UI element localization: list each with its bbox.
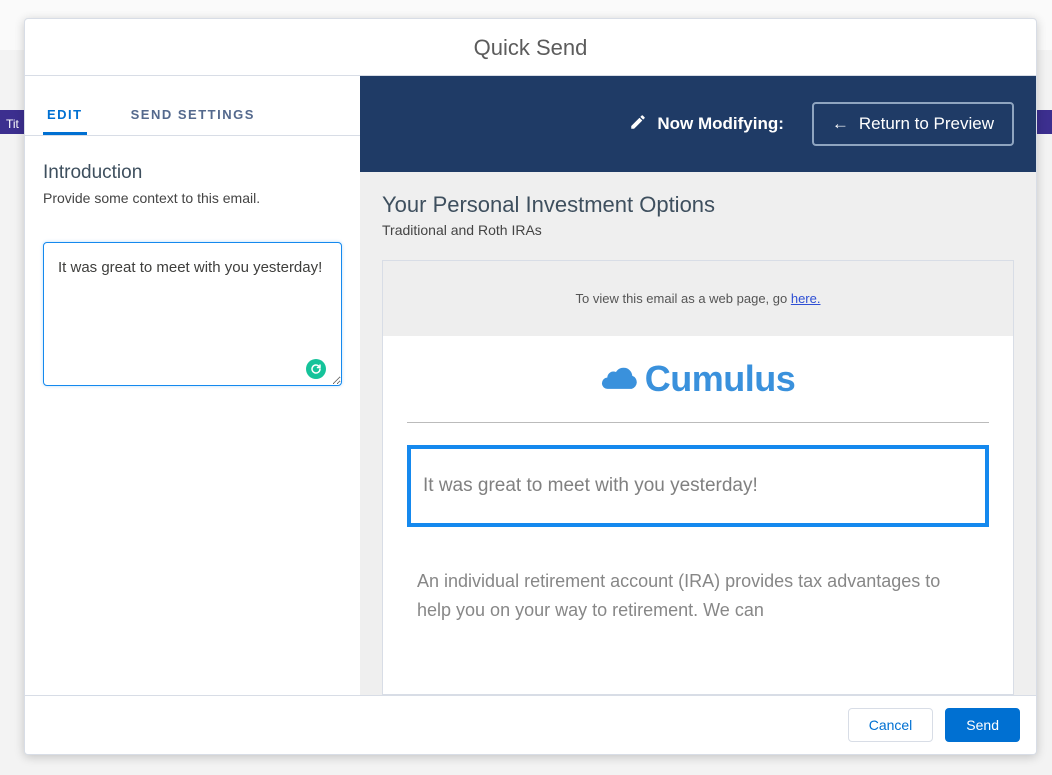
view-online-link[interactable]: here.	[791, 291, 821, 306]
preview-subtitle: Traditional and Roth IRAs	[382, 222, 1014, 238]
email-body-paragraph: An individual retirement account (IRA) p…	[383, 567, 1013, 625]
logo-row: Cumulus	[383, 336, 1013, 414]
return-to-preview-button[interactable]: ← Return to Preview	[812, 102, 1014, 146]
panel-content: Introduction Provide some context to thi…	[25, 136, 360, 417]
intro-highlight-box: It was great to meet with you yesterday!	[407, 445, 989, 527]
pencil-icon	[629, 113, 647, 136]
preview-panel: Now Modifying: ← Return to Preview Your …	[360, 76, 1036, 695]
textarea-wrap	[43, 242, 342, 391]
field-heading: Introduction	[43, 162, 342, 184]
cumulus-logo: Cumulus	[601, 358, 796, 400]
email-inner: To view this email as a web page, go her…	[383, 261, 1013, 695]
preview-header: Now Modifying: ← Return to Preview	[360, 76, 1036, 172]
email-view-online-bar: To view this email as a web page, go her…	[383, 261, 1013, 336]
field-sub: Provide some context to this email.	[43, 190, 342, 206]
now-modifying-label: Now Modifying:	[629, 113, 784, 136]
preview-title-block: Your Personal Investment Options Traditi…	[360, 172, 1036, 248]
return-button-label: Return to Preview	[859, 114, 994, 134]
background-label: Tit	[0, 117, 19, 131]
modal-footer: Cancel Send	[25, 695, 1036, 754]
cloud-icon	[601, 363, 641, 396]
now-modifying-text: Now Modifying:	[657, 114, 784, 134]
cancel-button[interactable]: Cancel	[848, 708, 934, 742]
view-online-prefix: To view this email as a web page, go	[576, 291, 791, 306]
arrow-left-icon: ←	[832, 114, 849, 134]
send-button[interactable]: Send	[945, 708, 1020, 742]
grammarly-icon[interactable]	[306, 359, 326, 379]
cumulus-logo-text: Cumulus	[645, 358, 796, 400]
email-preview-area[interactable]: To view this email as a web page, go her…	[382, 260, 1014, 695]
quick-send-modal: Quick Send EDIT SEND SETTINGS Introducti…	[24, 18, 1037, 755]
divider	[407, 422, 989, 423]
email-body: Cumulus It was great to meet with you ye…	[383, 336, 1013, 645]
tab-edit[interactable]: EDIT	[43, 94, 87, 135]
modal-title: Quick Send	[25, 35, 1036, 61]
tab-send-settings[interactable]: SEND SETTINGS	[127, 94, 259, 135]
preview-title: Your Personal Investment Options	[382, 192, 1014, 218]
side-panel: EDIT SEND SETTINGS Introduction Provide …	[25, 76, 360, 695]
modal-header: Quick Send	[25, 19, 1036, 76]
tabs: EDIT SEND SETTINGS	[25, 94, 360, 136]
modal-body: EDIT SEND SETTINGS Introduction Provide …	[25, 76, 1036, 695]
introduction-textarea[interactable]	[43, 242, 342, 386]
